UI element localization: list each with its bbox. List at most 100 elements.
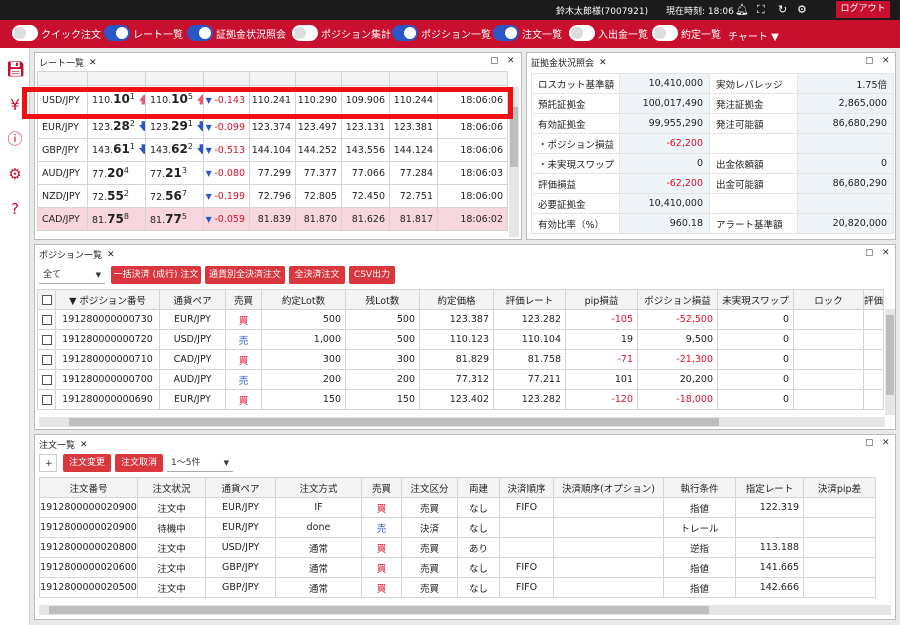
scroll-thumb[interactable] — [69, 418, 719, 426]
checkbox[interactable] — [41, 294, 52, 305]
order-list-tab[interactable]: 注文一覧 ✕ — [39, 438, 88, 452]
toggle-switch[interactable] — [187, 25, 213, 41]
nav-toggle[interactable]: 証拠金状況照会 — [187, 25, 286, 41]
col-header[interactable]: 決済順序 — [499, 477, 554, 498]
col-header[interactable]: 売買 — [225, 289, 262, 310]
minimize-icon[interactable]: ▢ — [865, 438, 874, 448]
bid-price-cell[interactable]: 143.611 🡇︎ — [87, 138, 146, 162]
bulk-settle-button[interactable]: 一括決済 (成行) 注文 — [111, 266, 201, 284]
save-icon[interactable]: 💾︎ — [6, 60, 25, 78]
all-settle-button[interactable]: 全決済注文 — [289, 266, 345, 284]
nav-toggle[interactable]: ポジション一覧 — [392, 25, 491, 41]
checkbox[interactable] — [41, 374, 52, 385]
nav-toggle[interactable]: レート一覧 — [104, 25, 183, 41]
col-header[interactable]: 注文区分 — [401, 477, 458, 498]
info-icon[interactable]: ⓘ — [6, 130, 24, 148]
nav-toggle[interactable]: 注文一覧 — [493, 25, 562, 41]
checkbox[interactable] — [41, 354, 52, 365]
table-row[interactable]: 1912800000020600 注文中 GBP/JPY 通常買売買 なし FIFO 指値 1… — [39, 557, 876, 578]
refresh-icon[interactable]: ↻ — [778, 3, 787, 16]
minimize-icon[interactable]: ▢ — [865, 248, 874, 258]
row-checkbox-cell[interactable] — [37, 389, 56, 410]
col-header[interactable]: 注文方式 — [275, 477, 362, 498]
scroll-thumb[interactable] — [886, 315, 894, 395]
col-header[interactable]: 両建 — [457, 477, 500, 498]
table-row[interactable]: 1912800000020900 注文中 EUR/JPY IF 買売買 なし FIFO 指値 1… — [39, 497, 876, 518]
table-row[interactable]: 1912800000020500 注文中 GBP/JPY 通常買売買 なし FIFO 指値 1… — [39, 577, 876, 598]
toggle-switch[interactable] — [104, 25, 130, 41]
col-header[interactable]: 注文番号 — [39, 477, 138, 498]
toggle-switch[interactable] — [392, 25, 418, 41]
close-icon[interactable]: ✕ — [89, 58, 97, 68]
position-scrollbar-v[interactable] — [885, 309, 895, 415]
rate-row[interactable]: CAD/JPY 81.758 81.775 ▼ -0.059 81.839 81.870 8… — [37, 207, 508, 231]
close-icon[interactable]: ✕ — [882, 438, 890, 448]
toggle-switch[interactable] — [292, 25, 318, 41]
logout-button[interactable]: ログアウト — [836, 1, 890, 18]
order-scrollbar-h[interactable] — [39, 605, 891, 615]
ask-price-cell[interactable]: 72.567 — [145, 184, 204, 208]
bid-price-cell[interactable]: 77.204 — [87, 161, 146, 185]
ask-price-cell[interactable]: 143.622 🡇︎ — [145, 138, 204, 162]
nav-toggle[interactable]: 入出金一覧 — [569, 25, 648, 41]
col-header[interactable]: ▼ ポジション番号 — [55, 289, 160, 310]
nav-toggle[interactable]: 約定一覧 — [652, 25, 721, 41]
col-header[interactable]: 通貨ペア — [205, 477, 276, 498]
select-all-checkbox[interactable] — [37, 289, 56, 310]
close-icon[interactable]: ✕ — [507, 56, 515, 66]
help-icon[interactable]: ? — [6, 200, 24, 218]
row-checkbox-cell[interactable] — [37, 329, 56, 350]
gear-icon[interactable]: ⚙ — [797, 3, 807, 16]
table-row[interactable]: 1912800000020900 待機中 EUR/JPY done 売決済 なし トレール — [39, 517, 876, 538]
col-header[interactable]: 決済順序(オプション) — [553, 477, 664, 498]
bid-price-cell[interactable]: 72.552 — [87, 184, 146, 208]
row-checkbox-cell[interactable] — [37, 309, 56, 330]
table-row[interactable]: 191280000000730 EUR/JPY 買 500 500 123.387 123.… — [37, 309, 884, 330]
checkbox[interactable] — [41, 394, 52, 405]
bell-icon[interactable]: 🔔︎ — [735, 3, 749, 16]
scroll-thumb[interactable] — [49, 606, 709, 614]
rate-list-tab[interactable]: レート一覧 ✕ — [39, 56, 97, 70]
col-header[interactable]: 通貨ペア — [159, 289, 226, 310]
margin-status-tab[interactable]: 証拠金状況照会 ✕ — [531, 56, 607, 70]
checkbox[interactable] — [41, 314, 52, 325]
col-header[interactable]: pip損益 — [565, 289, 638, 310]
table-row[interactable]: 191280000000700 AUD/JPY 売 200 200 77.312 77.21… — [37, 369, 884, 390]
fullscreen-icon[interactable]: ⛶ — [757, 3, 765, 17]
rate-row[interactable]: AUD/JPY 77.204 77.213 ▼ -0.080 77.299 77.377 7… — [37, 161, 508, 185]
csv-export-button[interactable]: CSV出力 — [349, 266, 395, 284]
col-header[interactable]: 指定レート — [735, 477, 804, 498]
table-row[interactable]: 191280000000710 CAD/JPY 買 300 300 81.829 81.75… — [37, 349, 884, 370]
chart-menu[interactable]: チャート ▼ — [728, 28, 779, 43]
toggle-switch[interactable] — [12, 25, 38, 41]
toggle-switch[interactable] — [569, 25, 595, 41]
col-header[interactable]: 約定価格 — [419, 289, 494, 310]
table-row[interactable]: 1912800000020800 注文中 USD/JPY 通常買売買 あり 逆指 113.1… — [39, 537, 876, 558]
cancel-order-button[interactable]: 注文取消 — [115, 454, 163, 472]
bid-price-cell[interactable]: 81.758 — [87, 207, 146, 231]
nav-toggle[interactable]: クイック注文 — [12, 25, 101, 41]
col-header[interactable]: 売買 — [361, 477, 402, 498]
col-header[interactable]: 残Lot数 — [345, 289, 420, 310]
col-header[interactable]: 評価レート — [493, 289, 566, 310]
row-checkbox-cell[interactable] — [37, 349, 56, 370]
nav-toggle[interactable]: ポジション集計 — [292, 25, 391, 41]
row-checkbox-cell[interactable] — [37, 369, 56, 390]
toggle-switch[interactable] — [493, 25, 519, 41]
close-icon[interactable]: ✕ — [882, 248, 890, 258]
checkbox[interactable] — [41, 334, 52, 345]
close-icon[interactable]: ✕ — [80, 440, 88, 450]
close-icon[interactable]: ✕ — [882, 56, 890, 66]
col-header[interactable]: ロック — [793, 289, 864, 310]
col-header[interactable]: 約定Lot数 — [261, 289, 346, 310]
position-filter-select[interactable]: 全て ▼ — [39, 266, 105, 284]
gear-icon[interactable]: ⚙ — [6, 165, 24, 183]
col-header[interactable]: ポジション損益 — [637, 289, 718, 310]
minimize-icon[interactable]: ▢ — [865, 56, 874, 66]
minimize-icon[interactable]: ▢ — [490, 56, 499, 66]
ask-price-cell[interactable]: 81.775 — [145, 207, 204, 231]
position-scrollbar-h[interactable] — [39, 417, 885, 427]
modify-order-button[interactable]: 注文変更 — [63, 454, 111, 472]
close-icon[interactable]: ✕ — [599, 58, 607, 68]
table-row[interactable]: 191280000000720 USD/JPY 売 1,000 500 110.123 11… — [37, 329, 884, 350]
